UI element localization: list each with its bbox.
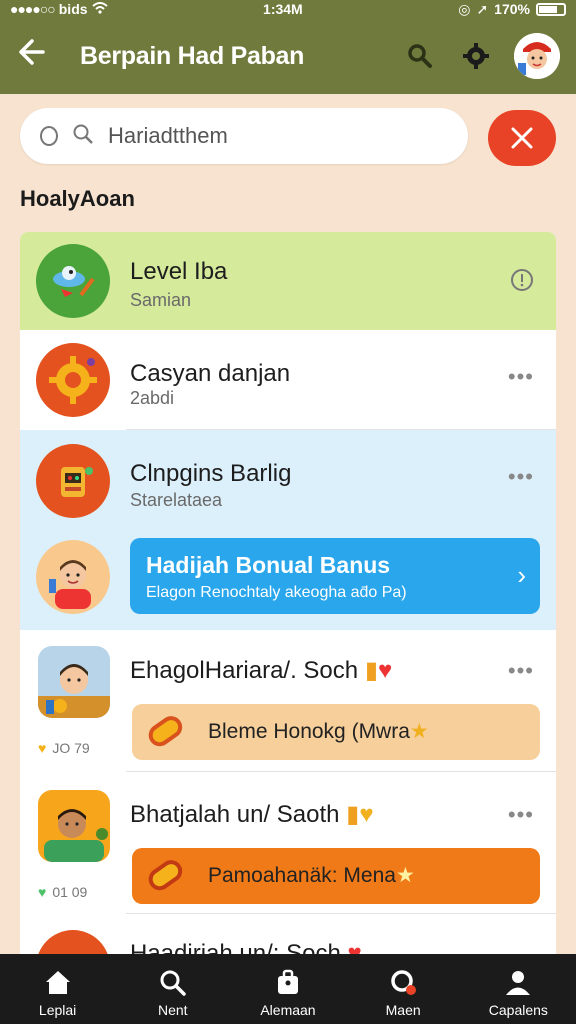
emoji-heart-icon: ♥	[378, 657, 393, 684]
wifi-icon	[91, 1, 108, 17]
search-icon	[160, 970, 186, 996]
banner-title: Hadijah Bonual Banus	[146, 552, 391, 578]
emoji-glass-icon: ▮	[346, 801, 360, 828]
item-subtitle: 2abdi	[130, 388, 175, 408]
more-options-icon[interactable]: •••	[508, 802, 534, 828]
item-subtitle: Samian	[130, 290, 192, 310]
back-arrow-icon[interactable]	[16, 36, 56, 76]
chevron-right-icon: ›	[517, 560, 526, 590]
clock: 1:34M	[263, 1, 303, 17]
carrier-label: bids	[58, 1, 88, 17]
bottom-navigation: Leplai Nent Alemaan Maen Capalens	[0, 954, 576, 1024]
nav-activity[interactable]: Maen	[348, 954, 458, 1024]
bag-icon	[277, 969, 298, 994]
item-name: Level Iba	[130, 258, 228, 285]
activity-icon	[391, 970, 417, 995]
item-name: Casyan danjan	[130, 360, 291, 387]
item-subtitle: Starelataea	[130, 490, 223, 510]
section-heading: HoalyAoan	[20, 186, 135, 211]
emoji-glass-icon: ▮	[364, 657, 379, 684]
sun-gear-avatar	[36, 343, 110, 417]
list-item[interactable]: ♥ 01 09 Bhatjalah un/ Saoth ▮♥ ••• Pamoa…	[20, 772, 556, 914]
banner-subtitle: Elagon Renochtaly akeogha ad̄o Pa)	[146, 584, 407, 601]
list-item[interactable]: Level Iba Samian	[20, 232, 556, 330]
battery-percent: 170%	[494, 1, 530, 17]
person-avatar	[38, 646, 110, 718]
game-avatar	[36, 244, 110, 318]
nav-label: Nent	[157, 1002, 188, 1018]
signal-icon: ●●●●○○	[10, 1, 56, 17]
nav-label: Alemaan	[260, 1002, 316, 1018]
search-field-icon	[72, 123, 94, 150]
reward-pill[interactable]: Pamoahanäk: Mena★	[132, 848, 540, 904]
more-options-icon[interactable]: •••	[508, 464, 534, 490]
nav-home[interactable]: Leplai	[3, 954, 113, 1024]
nav-bag[interactable]: Alemaan	[233, 954, 343, 1024]
contact-list: Level Iba Samian Casyan danjan 2abdi •••…	[20, 232, 556, 972]
location-icon: ➚	[476, 0, 489, 17]
status-bar: ●●●●○○ bids 1:34M ◎ ➚ 170%	[0, 0, 576, 18]
close-icon	[511, 127, 533, 149]
reward-pill[interactable]: Bleme Honokg (Mwra★	[132, 704, 540, 760]
clear-search-button[interactable]	[488, 110, 556, 166]
nav-label: Leplai	[38, 1002, 77, 1018]
item-stat: ♥ 01 09	[38, 884, 88, 900]
list-item[interactable]: Casyan danjan 2abdi •••	[20, 330, 556, 430]
battery-icon	[535, 2, 566, 16]
search-input[interactable]	[108, 123, 448, 149]
profile-avatar[interactable]	[514, 33, 560, 79]
info-icon[interactable]	[510, 268, 534, 297]
nav-search[interactable]: Nent	[118, 954, 228, 1024]
person-avatar	[36, 540, 110, 614]
app-bar: Berpain Had Paban	[0, 18, 576, 94]
alarm-icon: ◎	[458, 0, 471, 17]
item-stat: ♥ JO 79	[38, 740, 90, 756]
scroll-icon	[140, 706, 192, 758]
item-name: Bhatjalah un/ Saoth ▮♥	[130, 801, 374, 828]
settings-gear-icon[interactable]	[458, 38, 494, 74]
heart-icon: ♥	[38, 740, 47, 756]
scroll-icon	[140, 850, 192, 902]
nav-label: Maen	[385, 1002, 421, 1018]
profile-icon	[506, 971, 531, 995]
pill-label: Pamoahanäk: Mena★	[208, 864, 415, 887]
voice-circle-icon[interactable]	[40, 126, 58, 146]
home-icon	[45, 971, 70, 994]
pill-label: Bleme Honokg (Mwra★	[208, 720, 429, 743]
bonus-banner[interactable]: Hadijah Bonual Banus Elagon Renochtaly a…	[130, 538, 540, 614]
heart-icon: ♥	[38, 884, 47, 900]
more-options-icon[interactable]: •••	[508, 658, 534, 684]
list-item-highlighted[interactable]: Clnpgins Barlig Starelataea ••• Hadijah …	[20, 430, 556, 630]
star-icon: ★	[409, 720, 429, 743]
page-title: Berpain Had Paban	[80, 41, 305, 70]
item-name: Clnpgins Barlig	[130, 460, 292, 487]
more-options-icon[interactable]: •••	[508, 364, 534, 390]
list-item[interactable]: ♥ JO 79 EhagolHariara/. Soch ▮♥ ••• Blem…	[20, 630, 556, 772]
emoji-heart-icon: ♥	[359, 801, 374, 828]
robot-avatar	[36, 444, 110, 518]
search-bar[interactable]	[20, 108, 468, 164]
star-icon: ★	[395, 864, 415, 887]
nav-profile[interactable]: Capalens	[463, 954, 573, 1024]
person-avatar	[38, 790, 110, 862]
nav-label: Capalens	[488, 1002, 548, 1018]
search-icon[interactable]	[402, 38, 438, 74]
item-name: EhagolHariara/. Soch ▮♥	[130, 657, 393, 684]
